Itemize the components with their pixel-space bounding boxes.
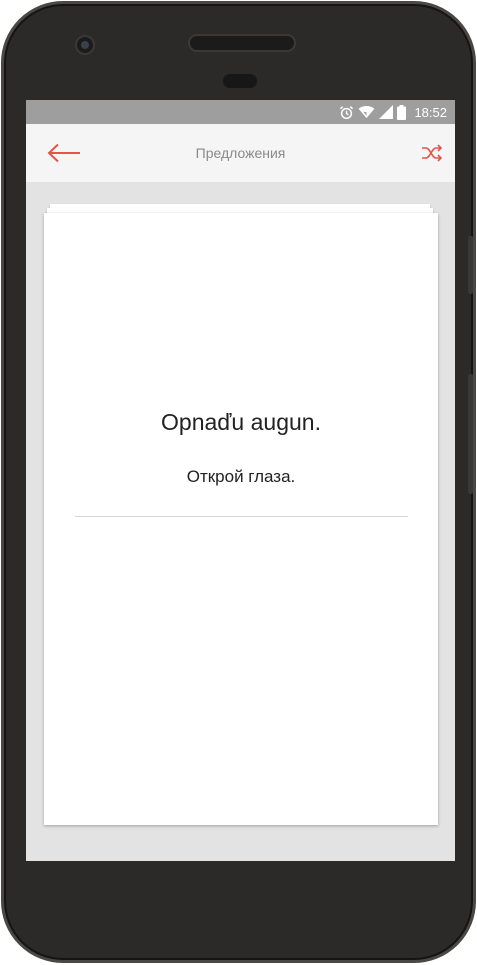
battery-icon	[397, 104, 407, 120]
status-time: 18:52	[414, 104, 447, 120]
arrow-left-icon	[47, 143, 80, 163]
status-icons: 18:52	[339, 100, 447, 124]
volume-button	[468, 374, 473, 494]
shuffle-icon	[422, 144, 443, 162]
power-button	[468, 236, 473, 294]
phone-frame: 18:52 Предложения Opnaďu augun. Открой г…	[1, 1, 476, 963]
earpiece-speaker	[190, 36, 294, 50]
signal-icon	[379, 105, 394, 119]
shuffle-button[interactable]	[417, 139, 447, 167]
front-camera	[77, 37, 93, 53]
proximity-sensor	[223, 74, 257, 88]
screen: 18:52 Предложения Opnaďu augun. Открой г…	[26, 100, 455, 861]
status-bar: 18:52	[26, 100, 455, 124]
sentence-text: Opnaďu augun.	[161, 409, 321, 435]
divider	[75, 516, 408, 517]
sentence-card[interactable]: Opnaďu augun. Открой глаза.	[44, 213, 438, 825]
alarm-icon	[340, 105, 354, 119]
translation-text: Открой глаза.	[186, 467, 296, 486]
wifi-icon	[359, 106, 375, 119]
page-title: Предложения	[195, 145, 286, 161]
app-bar: Предложения	[26, 124, 455, 182]
back-button[interactable]	[44, 139, 84, 167]
